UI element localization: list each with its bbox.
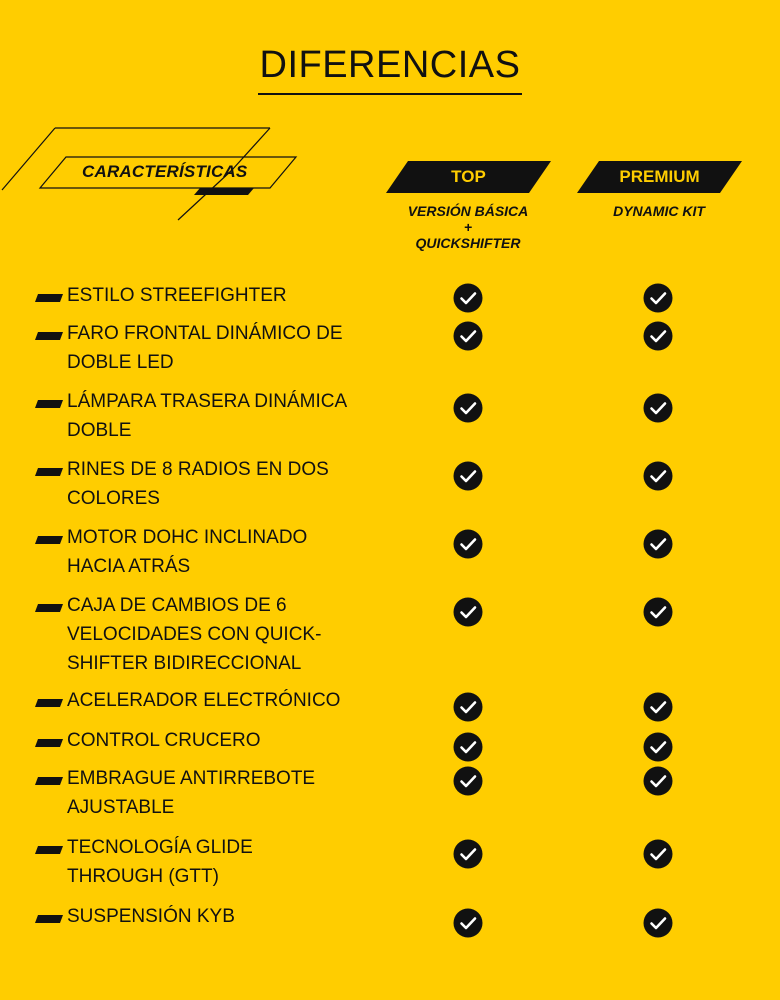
- feature-label: CAJA DE CAMBIOS DE 6 VELOCIDADES CON QUIC…: [67, 591, 367, 678]
- feature-label-line: CONTROL CRUCERO: [67, 730, 261, 751]
- feature-label-line: SUSPENSIÓN KYB: [67, 906, 235, 927]
- feature-label: SUSPENSIÓN KYB: [67, 902, 367, 931]
- feature-label: LÁMPARA TRASERA DINÁMICA DOBLE: [67, 387, 367, 445]
- dash-bullet-icon: [35, 289, 63, 307]
- dash-bullet-icon: [35, 395, 63, 413]
- feature-label-line: ESTILO STREEFIGHTER: [67, 285, 287, 306]
- feature-label: RINES DE 8 RADIOS EN DOS COLORES: [67, 455, 367, 513]
- feature-label-line: THROUGH (GTT): [67, 866, 219, 887]
- feature-label: MOTOR DOHC INCLINADO HACIA ATRÁS: [67, 523, 367, 581]
- feature-label-line: HACIA ATRÁS: [67, 556, 191, 577]
- check-circle-icon: [453, 692, 483, 722]
- check-circle-icon: [453, 732, 483, 762]
- title-wrap: DIFERENCIAS: [0, 44, 780, 95]
- dash-bullet-icon: [35, 841, 63, 859]
- check-circle-icon: [453, 393, 483, 423]
- plan-badge-top: TOP: [386, 161, 551, 193]
- check-circle-icon: [643, 597, 673, 627]
- check-circle-icon: [643, 393, 673, 423]
- dash-bullet-icon: [35, 910, 63, 928]
- check-circle-icon: [453, 321, 483, 351]
- check-circle-icon: [453, 461, 483, 491]
- feature-label: CONTROL CRUCERO: [67, 726, 367, 755]
- check-circle-icon: [453, 529, 483, 559]
- feature-label: ACELERADOR ELECTRÓNICO: [67, 686, 367, 715]
- check-circle-icon: [643, 766, 673, 796]
- feature-label-line: ACELERADOR ELECTRÓNICO: [67, 690, 341, 711]
- subtitle-line: VERSIÓN BÁSICA: [407, 203, 529, 219]
- feature-label: EMBRAGUE ANTIRREBOTE AJUSTABLE: [67, 764, 367, 822]
- features-header: CARACTERÍSTICAS: [82, 162, 248, 181]
- check-circle-icon: [643, 321, 673, 351]
- dash-bullet-icon: [35, 772, 63, 790]
- feature-label-line: DOBLE LED: [67, 352, 174, 373]
- feature-label-line: DOBLE: [67, 420, 132, 441]
- feature-label-line: COLORES: [67, 488, 160, 509]
- plan-subtitle-top: VERSIÓN BÁSICA + QUICKSHIFTER: [368, 203, 568, 251]
- dash-bullet-icon: [35, 531, 63, 549]
- dash-bullet-icon: [35, 327, 63, 345]
- feature-label-line: CAJA DE CAMBIOS DE 6: [67, 595, 287, 616]
- feature-label: TECNOLOGÍA GLIDE THROUGH (GTT): [67, 833, 367, 891]
- check-circle-icon: [643, 461, 673, 491]
- check-circle-icon: [453, 597, 483, 627]
- check-circle-icon: [643, 692, 673, 722]
- plan-name-top: TOP: [451, 167, 486, 186]
- feature-label-line: MOTOR DOHC INCLINADO: [67, 527, 308, 548]
- check-circle-icon: [453, 766, 483, 796]
- check-circle-icon: [453, 839, 483, 869]
- feature-label-line: AJUSTABLE: [67, 797, 175, 818]
- feature-label-line: LÁMPARA TRASERA DINÁMICA: [67, 391, 348, 412]
- subtitle-line: DYNAMIC KIT: [613, 203, 705, 219]
- feature-label-line: RINES DE 8 RADIOS EN DOS: [67, 459, 329, 480]
- subtitle-line: QUICKSHIFTER: [415, 235, 521, 251]
- check-circle-icon: [643, 908, 673, 938]
- subtitle-line: +: [463, 219, 473, 235]
- check-circle-icon: [453, 283, 483, 313]
- feature-label: ESTILO STREEFIGHTER: [67, 281, 367, 310]
- feature-label-line: TECNOLOGÍA GLIDE: [67, 837, 253, 858]
- dash-bullet-icon: [35, 734, 63, 752]
- feature-label-line: EMBRAGUE ANTIRREBOTE: [67, 768, 316, 789]
- feature-label-line: SHIFTER BIDIRECCIONAL: [67, 653, 302, 674]
- plan-name-premium: PREMIUM: [619, 167, 700, 186]
- check-circle-icon: [643, 283, 673, 313]
- check-circle-icon: [643, 732, 673, 762]
- dash-bullet-icon: [35, 599, 63, 617]
- feature-label-line: FARO FRONTAL DINÁMICO DE: [67, 323, 343, 344]
- plan-subtitle-premium: DYNAMIC KIT: [559, 203, 759, 219]
- page-title: DIFERENCIAS: [257, 44, 523, 95]
- dash-bullet-icon: [35, 463, 63, 481]
- dash-bullet-icon: [35, 694, 63, 712]
- check-circle-icon: [453, 908, 483, 938]
- check-circle-icon: [643, 529, 673, 559]
- feature-label: FARO FRONTAL DINÁMICO DE DOBLE LED: [67, 319, 367, 377]
- check-circle-icon: [643, 839, 673, 869]
- plan-badge-premium: PREMIUM: [577, 161, 742, 193]
- feature-label-line: VELOCIDADES CON QUICK-: [67, 624, 322, 645]
